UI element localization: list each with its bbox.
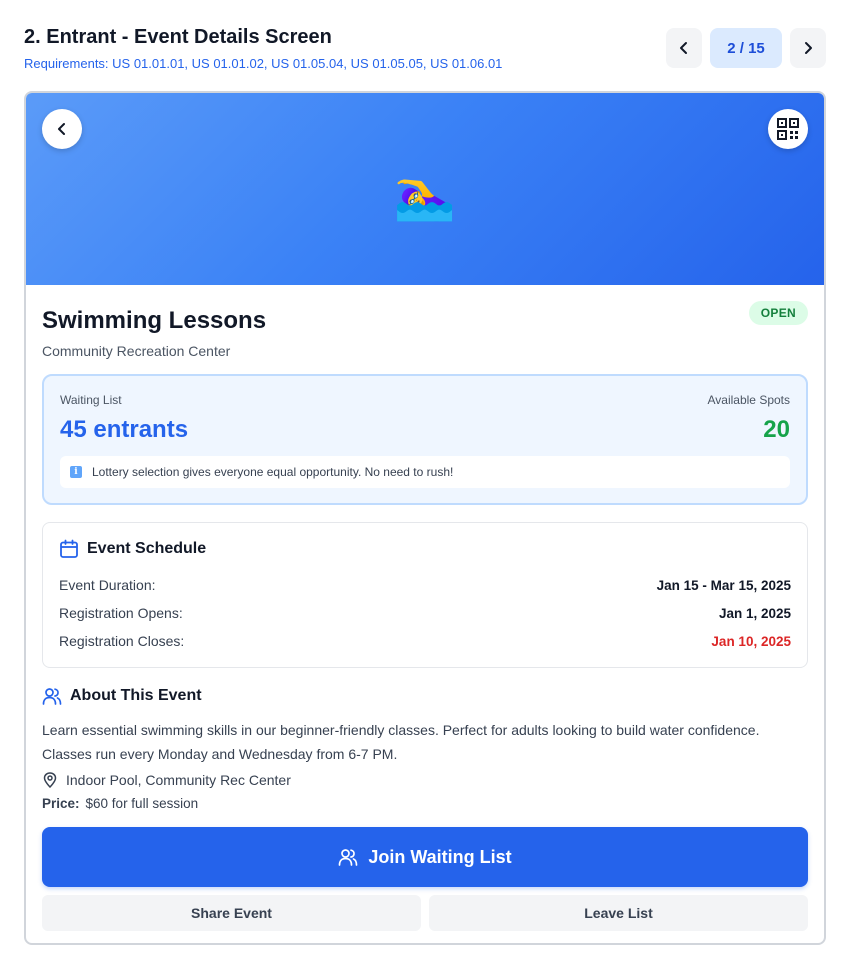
next-screen-button[interactable] — [790, 28, 826, 68]
lottery-info-text: Lottery selection gives everyone equal o… — [92, 465, 454, 479]
event-schedule-panel: Event Schedule Event Duration: Jan 15 - … — [42, 522, 808, 668]
pager: 2 / 15 — [666, 28, 826, 68]
users-icon — [42, 688, 62, 705]
qr-code-icon — [777, 118, 799, 140]
event-title: Swimming Lessons — [42, 307, 267, 334]
schedule-value-deadline: Jan 10, 2025 — [711, 633, 791, 649]
event-detail-card: 🏊‍♀️ Swimming Lessons Community Recreati… — [24, 91, 826, 945]
available-spots-label: Available Spots — [707, 393, 791, 407]
waiting-list-panel: Waiting List Available Spots 45 entrants… — [42, 374, 808, 505]
chevron-right-icon — [805, 42, 812, 54]
entrant-count: 45 entrants — [60, 416, 189, 443]
waiting-list-label: Waiting List — [60, 393, 122, 407]
leave-list-button[interactable]: Leave List — [429, 895, 808, 931]
qr-code-button[interactable] — [768, 109, 808, 149]
event-location: Indoor Pool, Community Rec Center — [42, 772, 808, 788]
price-label: Price: — [42, 796, 80, 811]
status-badge: OPEN — [748, 301, 808, 325]
lottery-info-note: i Lottery selection gives everyone equal… — [60, 456, 790, 488]
screen-header: 2. Entrant - Event Details Screen Requir… — [24, 24, 826, 76]
schedule-label: Registration Closes: — [59, 633, 185, 649]
event-venue: Community Recreation Center — [42, 343, 231, 359]
schedule-label: Registration Opens: — [59, 605, 183, 621]
swimmer-icon: 🏊‍♀️ — [393, 166, 457, 222]
chevron-left-icon — [680, 42, 687, 54]
join-button-label: Join Waiting List — [368, 846, 512, 867]
schedule-row-duration: Event Duration: Jan 15 - Mar 15, 2025 — [59, 571, 791, 599]
about-heading: About This Event — [70, 687, 202, 704]
schedule-row-reg-opens: Registration Opens: Jan 1, 2025 — [59, 599, 791, 627]
available-spots-count: 20 — [763, 416, 790, 443]
schedule-value: Jan 1, 2025 — [718, 605, 791, 621]
schedule-value: Jan 15 - Mar 15, 2025 — [656, 577, 791, 593]
event-price: Price: $60 for full session — [42, 796, 808, 811]
page-counter: 2 / 15 — [710, 28, 782, 68]
schedule-heading: Event Schedule — [87, 540, 207, 557]
share-event-button[interactable]: Share Event — [42, 895, 421, 931]
users-icon — [338, 849, 358, 866]
schedule-row-reg-closes: Registration Closes: Jan 10, 2025 — [59, 627, 791, 655]
back-button[interactable] — [42, 109, 82, 149]
info-icon: i — [70, 466, 82, 478]
event-description: Learn essential swimming skills in our b… — [42, 722, 760, 762]
event-hero-banner: 🏊‍♀️ — [26, 93, 824, 285]
calendar-icon — [60, 539, 78, 558]
location-text: Indoor Pool, Community Rec Center — [66, 772, 291, 788]
about-section: About This Event Learn essential swimmin… — [42, 686, 808, 811]
schedule-label: Event Duration: — [59, 577, 156, 593]
price-value: $60 for full session — [85, 796, 199, 811]
map-pin-icon — [43, 772, 57, 788]
prev-screen-button[interactable] — [666, 28, 702, 68]
join-waiting-list-button[interactable]: Join Waiting List — [42, 827, 808, 887]
chevron-left-icon — [58, 123, 65, 135]
